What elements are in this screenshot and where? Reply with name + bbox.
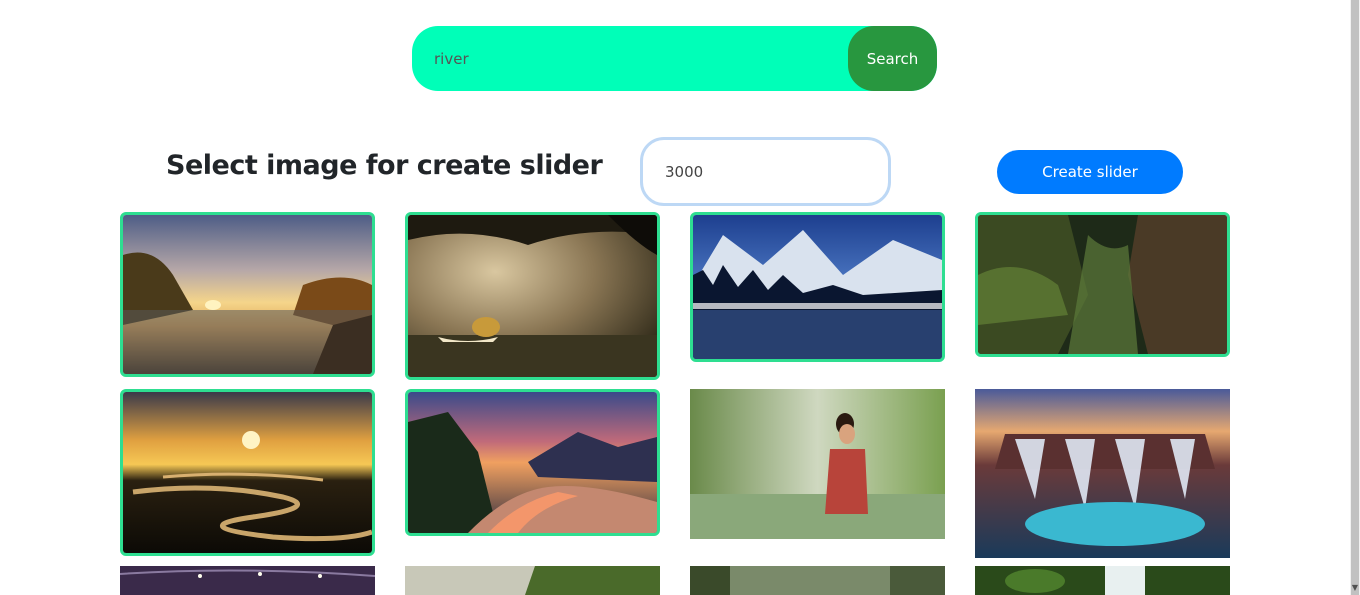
create-slider-button[interactable]: Create slider bbox=[997, 150, 1183, 194]
search-bar: Search bbox=[412, 26, 937, 91]
duration-input[interactable] bbox=[640, 137, 891, 206]
image-thumbnail-misty-forest[interactable] bbox=[690, 566, 945, 595]
image-thumbnail-woman-in-river[interactable] bbox=[690, 389, 945, 539]
scroll-down-arrow-icon[interactable]: ▼ bbox=[1350, 583, 1360, 593]
image-thumbnail-winding-river-sunset[interactable] bbox=[120, 389, 375, 556]
image-thumbnail-snowy-mountain-lake[interactable] bbox=[690, 212, 945, 362]
image-thumbnail-sunset-river-autumn[interactable] bbox=[120, 212, 375, 377]
scrollbar-thumb[interactable] bbox=[1351, 0, 1359, 595]
image-thumbnail-mossy-stream[interactable] bbox=[975, 566, 1230, 595]
image-thumbnail-waterfall[interactable] bbox=[975, 389, 1230, 558]
page-title: Select image for create slider bbox=[166, 150, 603, 181]
image-thumbnail-mountain-river-dusk[interactable] bbox=[405, 389, 660, 536]
image-thumbnail-forest-clearing[interactable] bbox=[405, 566, 660, 595]
image-thumbnail-misty-boat-river[interactable] bbox=[405, 212, 660, 380]
image-thumbnail-bridge-night[interactable] bbox=[120, 566, 375, 595]
image-thumbnail-green-canyon[interactable] bbox=[975, 212, 1230, 357]
search-button[interactable]: Search bbox=[848, 26, 937, 91]
search-input[interactable] bbox=[412, 26, 848, 91]
page-scrollbar[interactable]: ▼ bbox=[1350, 0, 1360, 595]
